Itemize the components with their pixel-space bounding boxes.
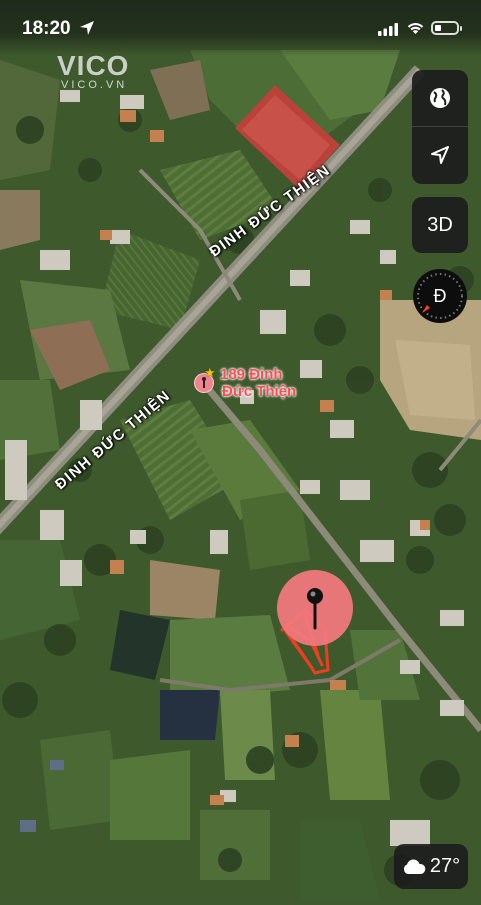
cellular-signal-icon	[378, 23, 400, 41]
weather-badge: 27°	[394, 844, 468, 889]
compass-label: Đ	[433, 285, 447, 306]
compass-button[interactable]: Đ	[413, 269, 467, 323]
poi-label-line1: 189 Đinh	[220, 366, 283, 383]
watermark-logo: VICO	[57, 50, 130, 81]
weather-temperature: 27°	[429, 855, 461, 877]
battery-low-icon	[431, 21, 462, 35]
dropped-pin[interactable]	[277, 570, 353, 646]
wifi-icon	[406, 21, 425, 40]
satellite-imagery	[0, 0, 481, 900]
watermark-site: VICO.VN	[61, 79, 128, 91]
cloud-icon	[403, 859, 426, 874]
location-arrow-icon	[79, 20, 95, 41]
poi-label[interactable]: 189 Đinh Đức Thiện	[220, 366, 296, 400]
map-style-button[interactable]	[412, 70, 468, 126]
map-pin-icon	[307, 588, 323, 630]
vico-watermark: VICO VICO.VN	[57, 50, 129, 91]
status-bar: 18:20	[0, 0, 481, 56]
satellite-map[interactable]	[0, 0, 481, 900]
star-icon: ★	[204, 365, 216, 380]
poi-label-line2: Đức Thiện	[222, 383, 297, 400]
globe-icon	[430, 88, 450, 108]
map-controls	[412, 70, 468, 184]
navigation-arrow-icon	[431, 146, 449, 164]
current-location-button[interactable]	[412, 127, 468, 183]
3d-view-button[interactable]: 3D	[412, 197, 468, 253]
status-time: 18:20	[22, 18, 71, 39]
